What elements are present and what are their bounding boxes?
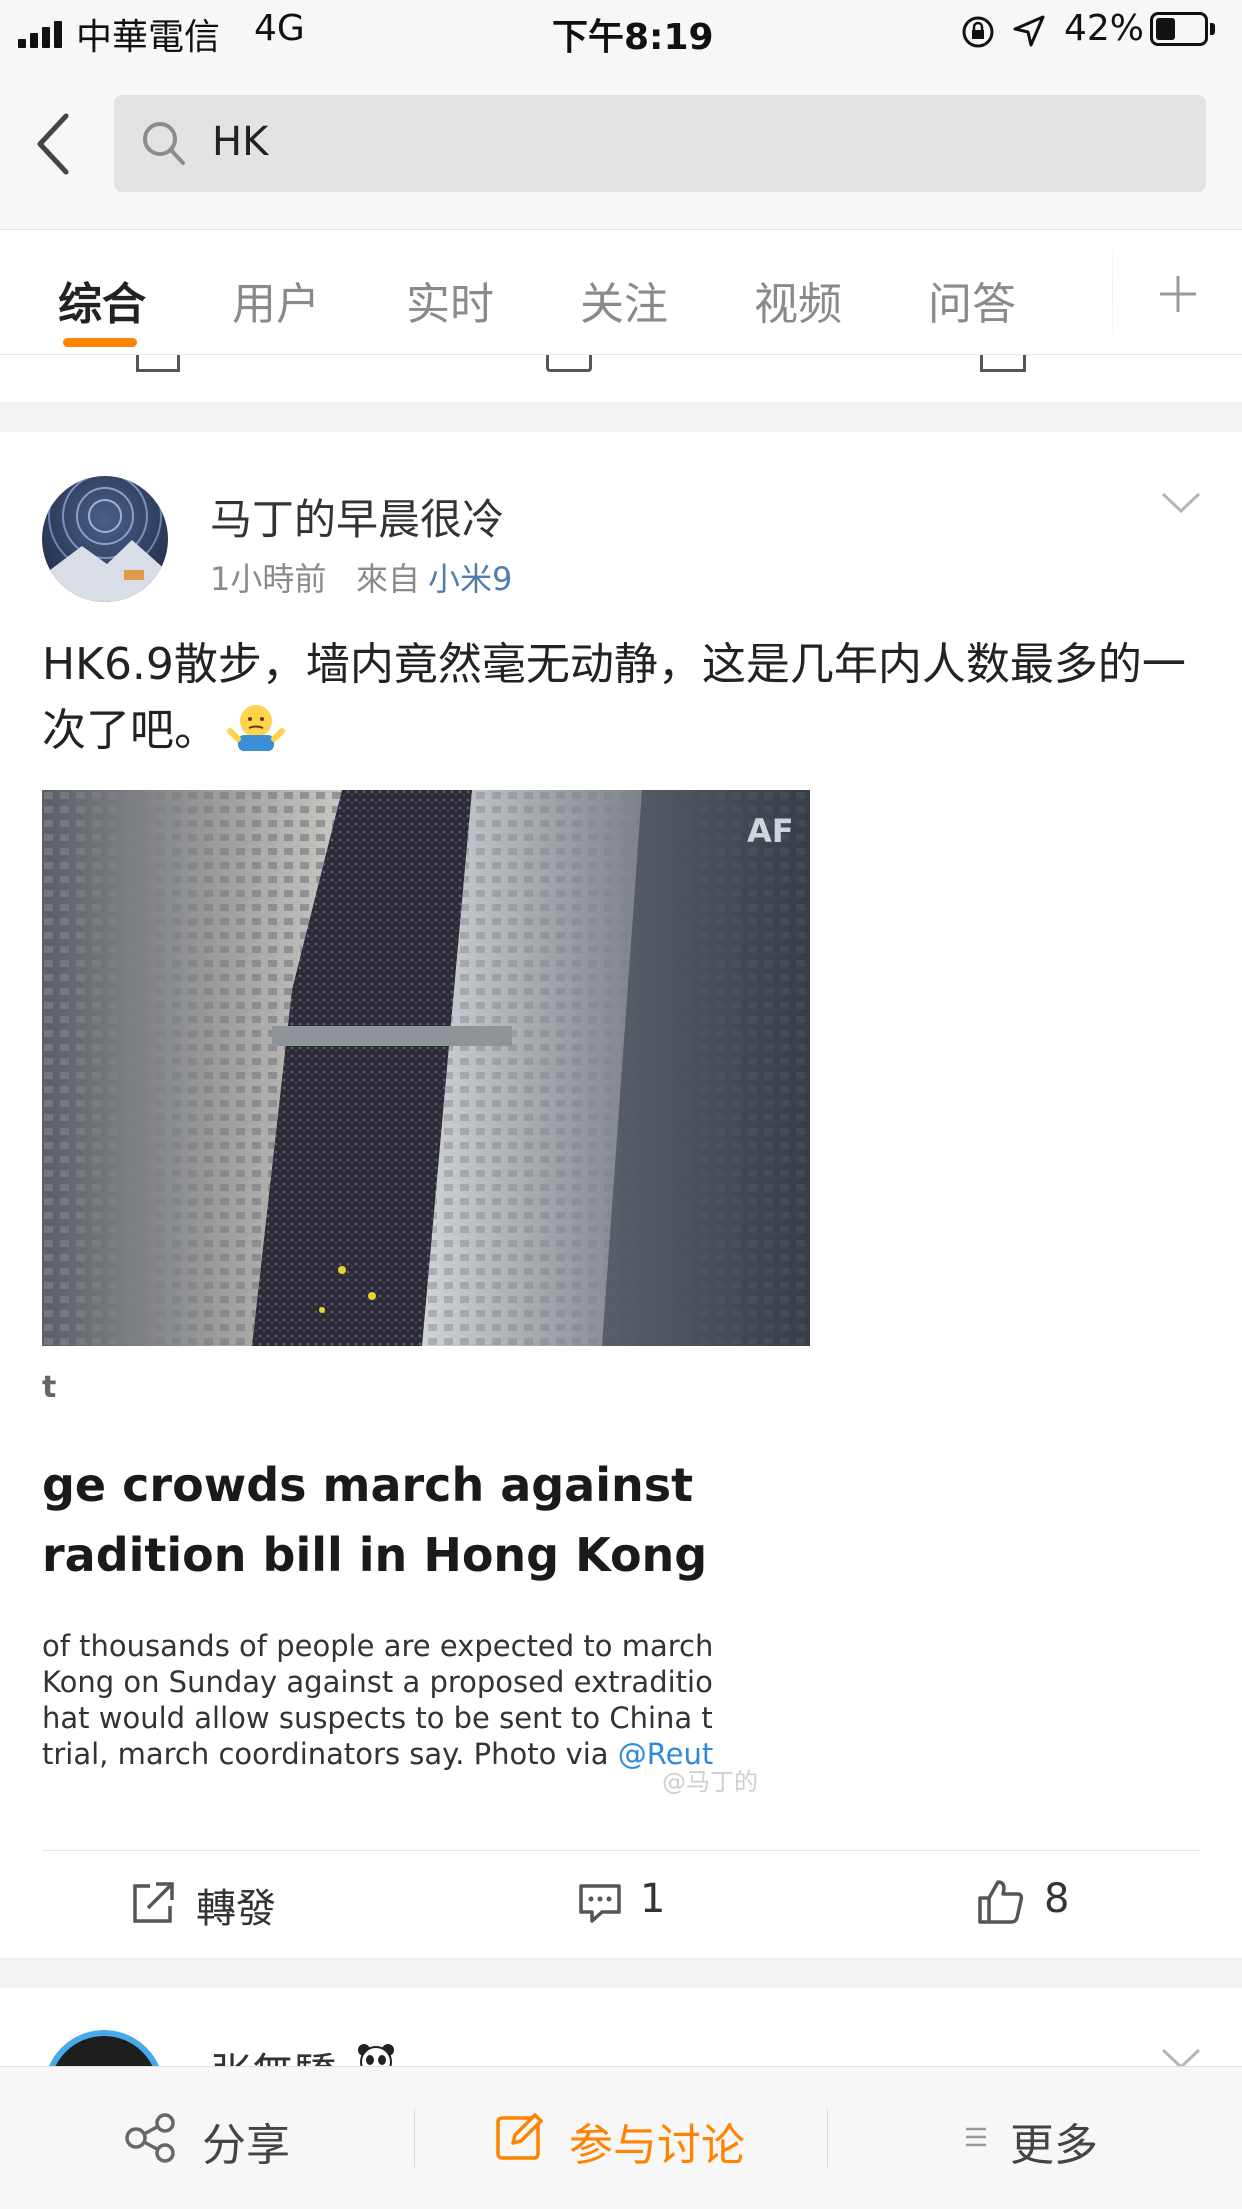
more-label: 更多 [1010,2120,1098,2171]
signal-icon [18,0,66,62]
protest-photo [42,790,810,1346]
caption-headline: ge crowds march against radition bill in… [42,1458,708,1582]
discuss-button[interactable]: 参与讨论 [415,2067,827,2209]
caption-body: of thousands of people are expected to m… [42,1629,714,1771]
tab-视频[interactable]: 视频 [754,268,842,332]
share-button[interactable]: 分享 [0,2067,414,2209]
previous-post-actions-fragment [0,355,1242,403]
tab-divider [1112,230,1113,354]
comment-count: 1 [640,1876,666,1922]
network-type: 4G [254,8,305,49]
avatar[interactable] [42,476,168,602]
comment-icon [546,355,592,372]
back-button[interactable] [34,112,74,176]
like-count: 8 [1044,1876,1070,1922]
shrug-emoji-icon [227,705,285,751]
like-icon [980,355,1026,372]
battery-percent: 42% [1064,8,1145,49]
orientation-lock-icon [962,16,994,48]
menu-icon [966,2127,986,2147]
repost-icon [133,1882,174,1923]
discuss-label: 参与讨论 [569,2120,745,2171]
tab-实时[interactable]: 实时 [406,268,494,332]
tab-关注[interactable]: 关注 [580,268,668,332]
add-tab-button[interactable] [1156,272,1200,316]
feed-separator [0,402,1242,432]
share-label: 分享 [202,2120,290,2171]
chevron-down-icon[interactable] [1160,2046,1202,2066]
post-time: 1小時前 [210,560,327,598]
tab-综合[interactable]: 综合 [58,268,146,332]
post-card: 马丁的早晨很冷 1小時前 來自 小米9 HK6.9散步，墙内竟然毫无动静，这是几… [0,432,1242,1958]
search-header: HK [0,62,1242,230]
feed-separator [0,1958,1242,1988]
next-post-card: 张無驕 [0,1988,1242,2066]
chevron-down-icon[interactable] [1160,490,1202,516]
clock: 下午8:19 [552,17,714,58]
thumbs-up-icon [978,1880,1024,1924]
carrier-name: 中華電信 [76,17,221,58]
active-tab-indicator [63,338,137,347]
panda-emoji-icon [358,2044,394,2066]
battery-icon [1150,12,1216,46]
tab-问答[interactable]: 问答 [928,268,1016,332]
search-query: HK [212,119,269,165]
caption-kicker: t [42,1370,57,1405]
tab-用户[interactable]: 用户 [232,268,320,332]
photo-corner-mark: AF [747,812,794,850]
compose-icon [496,2113,543,2160]
share-icon [125,2113,175,2163]
next-post-author[interactable]: 张無驕 [210,2040,336,2066]
tab-bar: 综合 用户 实时 关注 视频 问答 [0,230,1242,355]
search-input[interactable]: HK [114,95,1206,192]
post-source-prefix: 來自 [356,560,421,598]
repost-label: 轉發 [196,1886,276,1932]
status-bar: 中華電信 4G 下午8:19 42% [0,0,1242,62]
post-source-device[interactable]: 小米9 [428,554,512,600]
image-watermark: @马丁的 [662,1768,758,1796]
location-arrow-icon [1013,15,1045,47]
search-icon [143,122,185,165]
more-button[interactable]: 更多 [828,2067,1242,2209]
action-divider [42,1850,1200,1851]
post-author[interactable]: 马丁的早晨很冷 [210,486,504,547]
bottom-action-bar: 分享 参与讨论 更多 [0,2066,1242,2209]
post-image[interactable]: AF t ge crowds march against radition bi… [42,790,810,1800]
comment-icon [579,1884,621,1923]
post-text: HK6.9散步，墙内竟然毫无动静，这是几年内人数最多的一次了吧。 [42,639,1186,756]
avatar[interactable] [44,2030,164,2066]
repost-icon [136,355,180,372]
